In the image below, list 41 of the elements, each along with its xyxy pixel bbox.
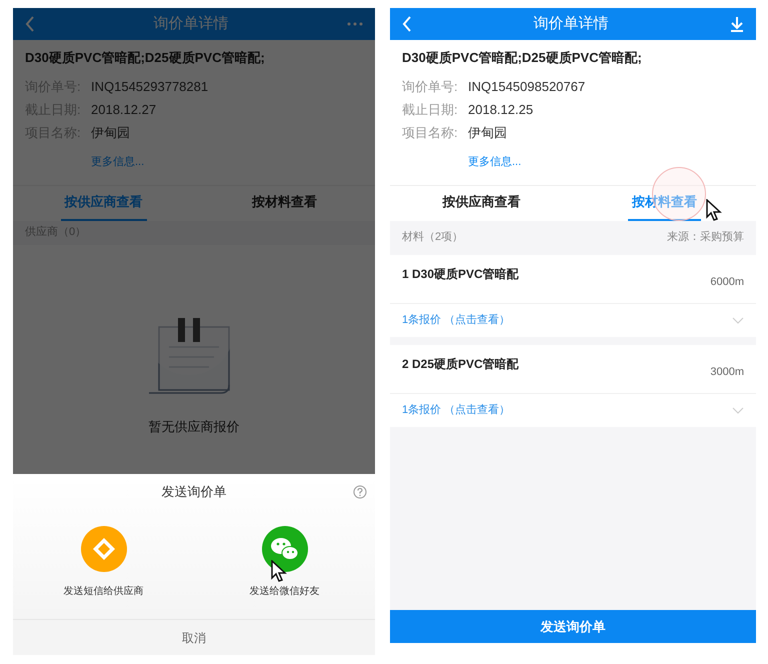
material-name: 2 D25硬质PVC管暗配 [402,356,519,372]
field-value: 伊甸园 [91,124,130,142]
tab[interactable]: 按材料查看 [628,186,701,220]
download-icon[interactable] [730,16,744,32]
header-title: 询价单详情 [154,14,228,34]
share-option-label[interactable]: 发送给微信好友 [250,584,320,599]
sheet-title: 发送询价单 [162,483,226,502]
share-option-label[interactable]: 发送短信给供应商 [64,584,144,599]
back-icon[interactable] [402,16,412,32]
tab[interactable]: 按材料查看 [248,186,321,220]
empty-message: 暂无供应商报价 [148,418,240,436]
list-header: 材料（2项） [402,230,464,246]
field-label: 询价单号: [402,78,459,96]
diamond-logo-icon[interactable] [80,526,126,572]
material-quantity: 3000m [710,364,744,380]
material-name: 1 D30硬质PVC管暗配 [402,266,519,282]
send-inquiry-button[interactable]: 发送询价单 [390,610,756,643]
material-quantity: 6000m [710,274,744,290]
field-value: 2018.12.25 [468,101,534,120]
tab[interactable]: 按供应商查看 [438,186,524,220]
field-value: INQ1545293778281 [91,78,208,96]
field-value: 2018.12.27 [91,101,156,120]
more-icon[interactable] [347,22,363,26]
field-value: 伊甸园 [468,124,507,142]
field-label: 截止日期: [402,101,459,120]
help-icon[interactable] [353,485,367,499]
more-info-link[interactable]: 更多信息... [468,156,522,168]
chevron-down-icon[interactable] [732,406,744,414]
header-title: 询价单详情 [534,14,608,34]
field-value: INQ1545098520767 [468,78,586,96]
chevron-down-icon[interactable] [732,316,744,324]
quotes-link[interactable]: 1条报价 （点击查看） [402,402,510,418]
source-label: 来源：采购预算 [667,230,744,246]
back-icon[interactable] [25,16,35,32]
inquiry-title: D30硬质PVC管暗配;D25硬质PVC管暗配; [25,49,266,67]
more-info-link[interactable]: 更多信息... [91,156,144,168]
field-label: 项目名称: [402,124,459,142]
inquiry-title: D30硬质PVC管暗配;D25硬质PVC管暗配; [402,49,643,67]
quotes-link[interactable]: 1条报价 （点击查看） [402,312,510,328]
cursor-icon [271,560,287,582]
chat-bubbles-icon[interactable] [262,526,308,572]
